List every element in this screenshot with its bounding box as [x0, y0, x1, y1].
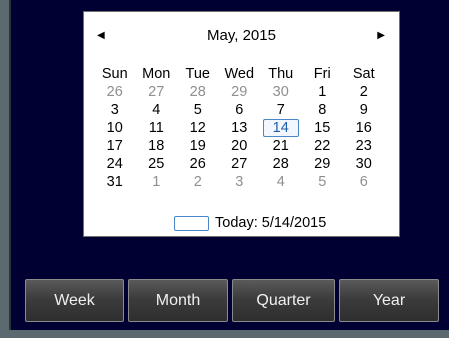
day-cell[interactable]: 29	[302, 155, 344, 173]
day-cell[interactable]: 12	[177, 119, 219, 137]
calendar-header: ◀ May, 2015 ▶	[84, 27, 399, 47]
day-cell[interactable]: 3	[219, 173, 261, 191]
calendar-week-row: 17 18 19 20 21 22 23	[94, 137, 385, 155]
weekday-label: Mon	[142, 66, 171, 82]
day-cell[interactable]: 5	[302, 173, 344, 191]
day-cell[interactable]: 21	[260, 137, 302, 155]
weekday-header-row: Sun Mon Tue Wed Thu Fri Sat	[94, 65, 385, 83]
day-cell[interactable]: 1	[302, 83, 344, 101]
day-cell[interactable]: 2	[177, 173, 219, 191]
next-month-button[interactable]: ▶	[377, 29, 385, 43]
today-day-label: 14	[262, 119, 299, 137]
day-cell[interactable]: 31	[94, 173, 136, 191]
weekday-label: Fri	[313, 66, 331, 82]
day-cell[interactable]: 6	[343, 173, 385, 191]
weekday-label: Wed	[224, 66, 255, 82]
day-cell[interactable]: 23	[343, 137, 385, 155]
day-cell[interactable]: 27	[219, 155, 261, 173]
weekday-label: Thu	[268, 66, 294, 82]
month-title[interactable]: May, 2015	[84, 27, 399, 45]
day-cell[interactable]: 4	[136, 101, 178, 119]
day-cell[interactable]: 1	[136, 173, 178, 191]
calendar-week-row: 10 11 12 13 14 15 16	[94, 119, 385, 137]
day-cell[interactable]: 24	[94, 155, 136, 173]
day-cell[interactable]: 26	[177, 155, 219, 173]
day-cell[interactable]: 26	[94, 83, 136, 101]
day-cell[interactable]: 15	[302, 119, 344, 137]
weekday-label: Tue	[185, 66, 210, 82]
day-cell[interactable]: 18	[136, 137, 178, 155]
day-cell[interactable]: 2	[343, 83, 385, 101]
day-cell[interactable]: 3	[94, 101, 136, 119]
window-left-border	[0, 0, 11, 338]
month-button[interactable]: Month	[128, 279, 228, 322]
day-cell[interactable]: 28	[177, 83, 219, 101]
weekday-label: Sat	[352, 66, 375, 82]
day-cell[interactable]: 19	[177, 137, 219, 155]
day-cell-today[interactable]: 14	[260, 119, 302, 137]
day-cell[interactable]: 13	[219, 119, 261, 137]
day-cell[interactable]: 30	[260, 83, 302, 101]
calendar-week-row: 26 27 28 29 30 1 2	[94, 83, 385, 101]
calendar-week-row: 31 1 2 3 4 5 6	[94, 173, 385, 191]
day-cell[interactable]: 27	[136, 83, 178, 101]
day-cell[interactable]: 20	[219, 137, 261, 155]
day-cell[interactable]: 4	[260, 173, 302, 191]
week-button[interactable]: Week	[25, 279, 124, 322]
day-cell[interactable]: 5	[177, 101, 219, 119]
day-cell[interactable]: 11	[136, 119, 178, 137]
year-button[interactable]: Year	[339, 279, 439, 322]
day-cell[interactable]: 6	[219, 101, 261, 119]
month-calendar: ◀ May, 2015 ▶ Sun Mon Tue Wed Thu Fri Sa…	[83, 11, 400, 237]
window-bottom-border	[0, 330, 449, 338]
day-cell[interactable]: 29	[219, 83, 261, 101]
day-cell[interactable]: 7	[260, 101, 302, 119]
day-cell[interactable]: 8	[302, 101, 344, 119]
day-cell[interactable]: 22	[302, 137, 344, 155]
weekday-label: Sun	[101, 66, 128, 82]
day-cell[interactable]: 16	[343, 119, 385, 137]
day-cell[interactable]: 25	[136, 155, 178, 173]
today-indicator-swatch	[174, 216, 209, 231]
day-cell[interactable]: 17	[94, 137, 136, 155]
quarter-button[interactable]: Quarter	[232, 279, 335, 322]
calendar-grid: Sun Mon Tue Wed Thu Fri Sat 26 27 28 29 …	[94, 65, 385, 191]
day-cell[interactable]: 30	[343, 155, 385, 173]
today-label[interactable]: Today: 5/14/2015	[215, 214, 326, 232]
day-cell[interactable]: 10	[94, 119, 136, 137]
day-cell[interactable]: 28	[260, 155, 302, 173]
calendar-week-row: 3 4 5 6 7 8 9	[94, 101, 385, 119]
day-cell[interactable]: 9	[343, 101, 385, 119]
calendar-week-row: 24 25 26 27 28 29 30	[94, 155, 385, 173]
